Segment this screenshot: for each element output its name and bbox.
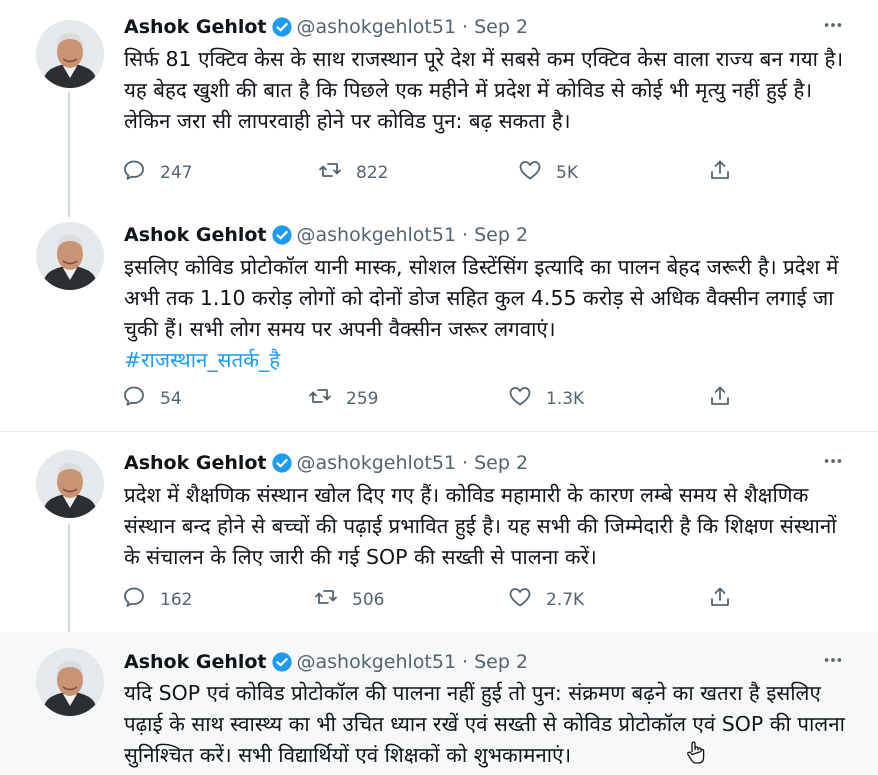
reply-count: 162	[160, 589, 193, 610]
tweet-text: इसलिए कोविड प्रोटोकॉल यानी मास्क, सोशल ड…	[124, 252, 854, 376]
verified-badge-icon	[271, 452, 293, 474]
reply-icon	[122, 158, 146, 187]
author-handle[interactable]: @ashokgehlot51	[297, 224, 457, 246]
author-name[interactable]: Ashok Gehlot	[124, 651, 267, 673]
tweet-date[interactable]: Sep 2	[474, 224, 528, 246]
share-button[interactable]	[708, 384, 732, 413]
tweet-text: यदि SOP एवं कोविड प्रोटोकॉल की पालना नही…	[124, 678, 854, 771]
thread-connector	[68, 92, 70, 217]
separator-dot: ·	[462, 224, 469, 246]
action-bar: 54 259 1.3K	[122, 384, 742, 414]
separator-dot: ·	[462, 452, 469, 474]
author-handle[interactable]: @ashokgehlot51	[297, 452, 457, 474]
tweet-header: Ashok Gehlot @ashokgehlot51 · Sep 2	[124, 649, 528, 675]
hashtag-link[interactable]: #राजस्थान_सतर्क_है	[124, 345, 854, 376]
separator-dot: ·	[462, 651, 469, 673]
tweet-1[interactable]: Ashok Gehlot @ashokgehlot51 · Sep 2 सिर्…	[0, 0, 878, 217]
tweet-date[interactable]: Sep 2	[474, 16, 528, 38]
verified-badge-icon	[271, 224, 293, 246]
retweet-count: 506	[352, 589, 385, 610]
retweet-button[interactable]: 506	[314, 585, 384, 614]
more-options-icon[interactable]	[822, 14, 844, 36]
reply-button[interactable]: 162	[122, 585, 192, 614]
tweet-body: इसलिए कोविड प्रोटोकॉल यानी मास्क, सोशल ड…	[124, 255, 839, 341]
author-name[interactable]: Ashok Gehlot	[124, 452, 267, 474]
share-button[interactable]	[708, 158, 732, 187]
share-icon	[708, 585, 732, 614]
like-count: 2.7K	[546, 589, 585, 610]
share-icon	[708, 158, 732, 187]
retweet-icon	[318, 158, 342, 187]
hand-cursor-icon	[685, 740, 707, 766]
retweet-icon	[314, 585, 338, 614]
reply-icon	[122, 585, 146, 614]
retweet-icon	[308, 384, 332, 413]
reply-count: 54	[160, 388, 182, 409]
reply-button[interactable]: 54	[122, 384, 182, 413]
tweet-text: प्रदेश में शैक्षणिक संस्थान खोल दिए गए ह…	[124, 480, 854, 573]
verified-badge-icon	[271, 651, 293, 673]
retweet-button[interactable]: 822	[318, 158, 388, 187]
share-icon	[708, 384, 732, 413]
tweet-header: Ashok Gehlot @ashokgehlot51 · Sep 2	[124, 222, 528, 248]
tweet-date[interactable]: Sep 2	[474, 651, 528, 673]
retweet-count: 822	[356, 162, 389, 183]
verified-badge-icon	[271, 16, 293, 38]
avatar[interactable]	[36, 222, 104, 290]
tweet-body: प्रदेश में शैक्षणिक संस्थान खोल दिए गए ह…	[124, 483, 837, 569]
tweet-text: सिर्फ 81 एक्टिव केस के साथ राजस्थान पूरे…	[124, 44, 854, 137]
like-icon	[508, 585, 532, 614]
retweet-count: 259	[346, 388, 379, 409]
avatar[interactable]	[36, 20, 104, 88]
like-button[interactable]: 2.7K	[508, 585, 584, 614]
thread-connector	[68, 524, 70, 644]
tweet-body: सिर्फ 81 एक्टिव केस के साथ राजस्थान पूरे…	[124, 47, 844, 133]
tweet-thread: Ashok Gehlot @ashokgehlot51 · Sep 2 सिर्…	[0, 0, 878, 775]
reply-count: 247	[160, 162, 193, 183]
avatar[interactable]	[36, 648, 104, 716]
reply-icon	[122, 384, 146, 413]
reply-button[interactable]: 247	[122, 158, 192, 187]
author-handle[interactable]: @ashokgehlot51	[297, 651, 457, 673]
more-options-icon[interactable]	[822, 450, 844, 472]
like-icon	[508, 384, 532, 413]
like-button[interactable]: 1.3K	[508, 384, 584, 413]
action-bar: 162 506 2.7K	[122, 585, 742, 615]
tweet-header: Ashok Gehlot @ashokgehlot51 · Sep 2	[124, 14, 528, 40]
author-name[interactable]: Ashok Gehlot	[124, 224, 267, 246]
tweet-3[interactable]: Ashok Gehlot @ashokgehlot51 · Sep 2 प्रद…	[0, 432, 878, 644]
tweet-date[interactable]: Sep 2	[474, 452, 528, 474]
retweet-button[interactable]: 259	[308, 384, 378, 413]
tweet-body: यदि SOP एवं कोविड प्रोटोकॉल की पालना नही…	[124, 681, 845, 767]
like-count: 5K	[556, 162, 578, 183]
more-options-icon[interactable]	[822, 649, 844, 671]
separator-dot: ·	[462, 16, 469, 38]
like-icon	[518, 158, 542, 187]
author-handle[interactable]: @ashokgehlot51	[297, 16, 457, 38]
action-bar: 247 822 5K	[122, 158, 742, 188]
like-button[interactable]: 5K	[518, 158, 578, 187]
tweet-2[interactable]: Ashok Gehlot @ashokgehlot51 · Sep 2 इसलि…	[0, 210, 878, 432]
tweet-4[interactable]: Ashok Gehlot @ashokgehlot51 · Sep 2 यदि …	[0, 632, 878, 775]
share-button[interactable]	[708, 585, 732, 614]
like-count: 1.3K	[546, 388, 585, 409]
author-name[interactable]: Ashok Gehlot	[124, 16, 267, 38]
tweet-header: Ashok Gehlot @ashokgehlot51 · Sep 2	[124, 450, 528, 476]
avatar[interactable]	[36, 450, 104, 518]
